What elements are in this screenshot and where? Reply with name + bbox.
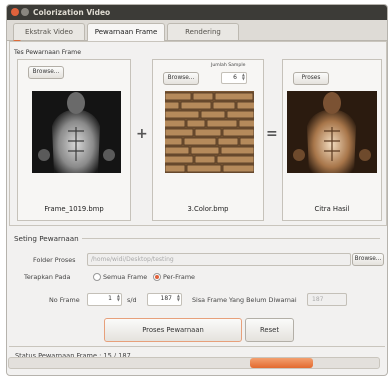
result-image xyxy=(287,91,377,173)
color-browse-button[interactable]: Browse... xyxy=(163,72,199,85)
result-card: Proses Citra Hasil xyxy=(282,59,382,221)
titlebar: Colorization Video xyxy=(7,5,387,20)
plus-sign: + xyxy=(136,126,148,142)
remaining-frames-label: Sisa Frame Yang Belum Diwarnai xyxy=(192,296,297,304)
progress-fill xyxy=(250,358,313,368)
minimize-window-icon[interactable] xyxy=(21,8,29,16)
source-frame-card: Browse... Frame_1019.bmp xyxy=(17,59,131,221)
folder-path-input[interactable]: /home/widi/Desktop/testing xyxy=(87,253,351,266)
source-frame-image xyxy=(32,91,121,173)
color-reference-image xyxy=(160,91,258,173)
color-reference-caption: 3.Color.bmp xyxy=(187,205,229,213)
frame-from-spinner[interactable]: 1 ▲ ▼ xyxy=(87,293,122,306)
reset-button[interactable]: Reset xyxy=(245,318,294,342)
remaining-frames-value: 187 xyxy=(312,296,324,303)
settings-divider xyxy=(82,238,380,239)
radio-all-frames[interactable] xyxy=(93,273,101,281)
range-separator: s/d xyxy=(127,296,137,304)
tab-rendering[interactable]: Rendering xyxy=(167,23,239,40)
sample-count-spinner[interactable]: 6 ▲ ▼ xyxy=(221,72,247,84)
folder-path-value: /home/widi/Desktop/testing xyxy=(91,256,174,263)
source-browse-button[interactable]: Browse... xyxy=(28,66,64,79)
radio-all-frames-label: Semua Frame xyxy=(103,273,148,281)
radio-per-frame-label: Per-Frame xyxy=(163,273,195,281)
folder-browse-button[interactable]: Browse... xyxy=(352,253,384,266)
equals-sign: = xyxy=(266,126,278,142)
frame-to-spinner[interactable]: 187 ▲ ▼ xyxy=(147,293,182,306)
sample-count-value: 6 xyxy=(233,74,237,81)
sample-count-label: Jumlah Sample xyxy=(211,63,246,68)
apply-on-label: Terapkan Pada xyxy=(24,273,71,281)
remaining-frames-field: 187 xyxy=(307,293,347,306)
process-coloring-button[interactable]: Proses Pewarnaan xyxy=(104,318,242,342)
status-divider xyxy=(9,346,385,347)
tab-ekstrak-video[interactable]: Ekstrak Video xyxy=(13,23,85,40)
frame-to-value: 187 xyxy=(160,295,172,302)
radio-per-frame[interactable] xyxy=(153,273,161,281)
spinner-arrows-icon[interactable]: ▲ ▼ xyxy=(242,73,245,81)
source-frame-caption: Frame_1019.bmp xyxy=(44,205,104,213)
app-window: Colorization Video Ekstrak Video Pewarna… xyxy=(6,4,388,376)
tab-pewarnaan-frame[interactable]: Pewarnaan Frame xyxy=(87,23,165,41)
test-panel-title: Tes Pewarnaan Frame xyxy=(14,49,81,56)
result-caption: Citra Hasil xyxy=(314,205,350,213)
tab-bar: Ekstrak Video Pewarnaan Frame Rendering xyxy=(7,20,387,41)
frame-from-value: 1 xyxy=(108,295,112,302)
process-test-button[interactable]: Proses xyxy=(293,72,329,85)
spinner-arrows-icon[interactable]: ▲ ▼ xyxy=(177,294,180,302)
folder-label: Folder Proses xyxy=(33,256,76,264)
window-title: Colorization Video xyxy=(33,8,111,17)
color-reference-card: Browse... Jumlah Sample 6 ▲ ▼ 3.Color.bm… xyxy=(152,59,264,221)
frame-number-label: No Frame xyxy=(49,296,80,304)
coloring-progress-bar xyxy=(8,357,380,369)
settings-title: Seting Pewarnaan xyxy=(14,234,79,243)
close-window-icon[interactable] xyxy=(11,8,19,16)
spinner-arrows-icon[interactable]: ▲ ▼ xyxy=(117,294,120,302)
